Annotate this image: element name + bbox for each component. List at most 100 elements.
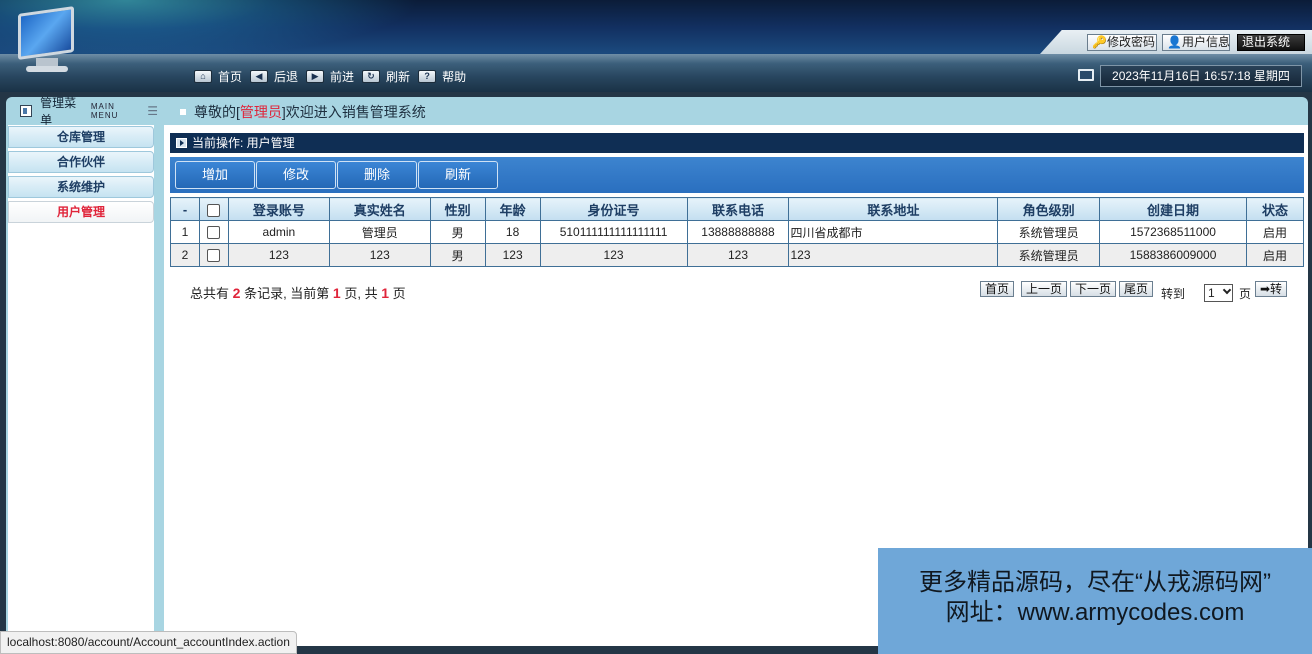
cell-age: 18 (484, 220, 541, 244)
refresh-button[interactable]: 刷新 (418, 161, 498, 189)
cell-index: 1 (170, 220, 200, 244)
select-all-checkbox[interactable] (207, 203, 221, 217)
sidebar-item-system[interactable]: 系统维护 (8, 176, 154, 198)
next-page-button[interactable]: 下一页 (1070, 281, 1117, 297)
col-header-gender: 性别 (429, 197, 486, 221)
help-icon: ? (418, 69, 437, 83)
cell-idcard: 123 (539, 243, 688, 267)
last-page-button[interactable]: 尾页 (1119, 281, 1154, 297)
home-icon: ⌂ (194, 69, 212, 83)
nav-refresh-label: 刷新 (386, 69, 411, 84)
pager-text: 页, 共 (344, 286, 378, 301)
cell-index: 2 (170, 243, 200, 267)
chevron-down-icon (1222, 285, 1232, 295)
current-operation-label: 当前操作: 用户管理 (192, 136, 295, 150)
user-info-label: 用户信息 (1181, 35, 1230, 49)
col-header-phone: 联系电话 (686, 197, 790, 221)
nav-home[interactable]: ⌂ 首页 (194, 68, 242, 85)
logout-button[interactable]: 退出系统 (1237, 34, 1305, 51)
col-header-age: 年龄 (484, 197, 541, 221)
sidebar-item-partners[interactable]: 合作伙伴 (8, 151, 154, 173)
logo-computer-icon (14, 6, 80, 78)
cell-status: 启用 (1245, 220, 1305, 244)
col-header-name: 真实姓名 (328, 197, 431, 221)
promo-banner: 更多精品源码，尽在“从戎源码网” 网址：www.armycodes.com (878, 548, 1312, 654)
change-password-label: 修改密码 (1106, 35, 1155, 49)
first-page-button[interactable]: 首页 (980, 281, 1015, 297)
cell-account: admin (227, 220, 330, 244)
pager-summary: 总共有 2 条记录, 当前第 1 页, 共 1 页 (190, 283, 406, 302)
nav-forward-label: 前进 (330, 69, 355, 84)
nav-refresh[interactable]: ↻ 刷新 (362, 68, 410, 85)
nav-home-label: 首页 (218, 69, 243, 84)
welcome-prefix: 尊敬的[ (194, 104, 240, 120)
sidebar-item-users[interactable]: 用户管理 (8, 201, 154, 223)
current-operation-bar: 当前操作: 用户管理 (170, 133, 1304, 153)
top-nav: ⌂ 首页 ◀ 后退 ▶ 前进 ↻ 刷新 ? 帮助 (194, 67, 474, 85)
nav-back-label: 后退 (274, 69, 299, 84)
current-page: 1 (332, 285, 341, 301)
col-header-role: 角色级别 (997, 197, 1101, 221)
welcome-role: 管理员 (239, 104, 282, 120)
user-info-button[interactable]: 👤用户信息 (1162, 34, 1230, 51)
welcome-suffix: ]欢迎进入销售管理系统 (281, 104, 426, 120)
nav-forward[interactable]: ▶ 前进 (306, 68, 354, 85)
bullet-icon (180, 109, 186, 115)
total-records: 2 (232, 285, 241, 301)
edit-button[interactable]: 修改 (256, 161, 336, 189)
cell-created: 1588386009000 (1099, 243, 1247, 267)
page-unit-label: 页 (1239, 287, 1252, 301)
cell-status: 启用 (1245, 243, 1305, 267)
total-pages: 1 (381, 285, 389, 301)
nav-help[interactable]: ? 帮助 (418, 68, 466, 85)
prev-page-button[interactable]: 上一页 (1021, 281, 1068, 297)
user-table: - 登录账号 真实姓名 性别 年龄 身份证号 联系电话 联系地址 角色级别 创建… (170, 197, 1305, 267)
nav-back[interactable]: ◀ 后退 (250, 68, 298, 85)
action-toolbar: 增加 修改 删除 刷新 (170, 157, 1304, 193)
cell-select[interactable] (198, 243, 229, 267)
add-button[interactable]: 增加 (175, 161, 255, 189)
table-header-row: - 登录账号 真实姓名 性别 年龄 身份证号 联系电话 联系地址 角色级别 创建… (170, 197, 1305, 221)
sidebar: 管理菜单 MAIN MENU ☰ 仓库管理 合作伙伴 系统维护 用户管理 (6, 96, 158, 650)
logout-label: 退出系统 (1242, 35, 1291, 49)
table-row[interactable]: 2 123 123 男 123 123 123 123 系统管理员 158838… (170, 243, 1305, 267)
row-checkbox[interactable] (207, 226, 221, 240)
datetime-display: 2023年11月16日 16:57:18 星期四 (1100, 65, 1302, 87)
sidebar-title: 管理菜单 (40, 96, 77, 127)
cell-name: 123 (328, 243, 431, 267)
go-button[interactable]: ➡转 (1255, 281, 1288, 297)
change-password-button[interactable]: 🔑修改密码 (1087, 34, 1157, 51)
col-header-status: 状态 (1245, 197, 1305, 221)
collapse-lines-icon[interactable]: ☰ (147, 104, 158, 118)
sidebar-item-warehouse[interactable]: 仓库管理 (8, 126, 154, 148)
cell-created: 1572368511000 (1099, 220, 1247, 244)
browser-status-url: localhost:8080/account/Account_accountIn… (0, 631, 297, 654)
cell-address: 四川省成都市 (788, 220, 999, 244)
refresh-icon: ↻ (362, 69, 381, 83)
col-header-select[interactable] (198, 197, 229, 221)
back-arrow-icon: ◀ (250, 69, 269, 83)
cell-phone: 123 (686, 243, 790, 267)
row-checkbox[interactable] (207, 249, 221, 263)
table-row[interactable]: 1 admin 管理员 男 18 510111111111111111 1388… (170, 220, 1305, 244)
cell-select[interactable] (198, 220, 229, 244)
cell-phone: 13888888888 (686, 220, 790, 244)
sidebar-title-en: MAIN MENU (90, 102, 119, 120)
col-header-account: 登录账号 (227, 197, 330, 221)
goto-label: 转到 (1161, 287, 1186, 301)
delete-button[interactable]: 删除 (337, 161, 417, 189)
menu-icon (20, 105, 33, 117)
monitor-icon (1078, 69, 1094, 81)
cell-role: 系统管理员 (997, 243, 1101, 267)
promo-line-1: 更多精品源码，尽在“从戎源码网” (919, 569, 1271, 596)
welcome-message: 尊敬的[ 管理员 ]欢迎进入销售管理系统 (180, 102, 426, 122)
cell-gender: 男 (429, 220, 486, 244)
sidebar-menu: 仓库管理 合作伙伴 系统维护 用户管理 (8, 125, 154, 645)
promo-line-2: 网址：www.armycodes.com (945, 599, 1245, 626)
page-select[interactable]: 1 (1204, 284, 1233, 302)
col-header-idcard: 身份证号 (539, 197, 688, 221)
cell-role: 系统管理员 (997, 220, 1101, 244)
pager-text: 页 (392, 286, 406, 301)
page-select-value: 1 (1208, 286, 1215, 300)
col-header-index: - (170, 197, 200, 221)
